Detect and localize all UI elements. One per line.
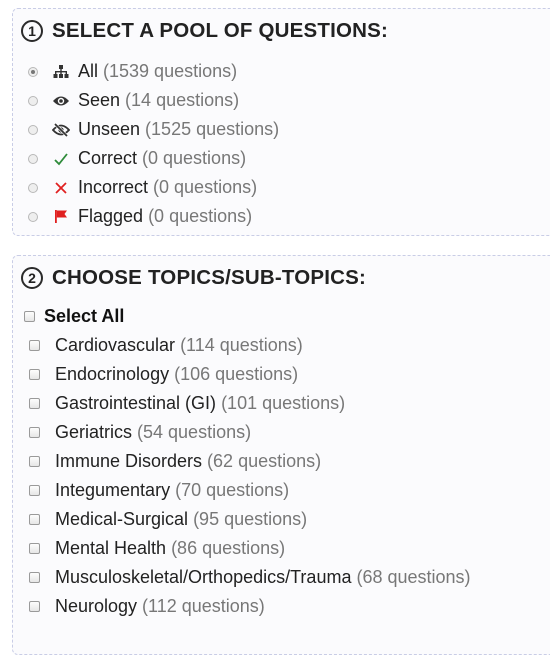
topic-count: (101 questions) [221,393,346,413]
topic-row[interactable]: Mental Health (86 questions) [29,534,471,563]
topic-count: (106 questions) [174,364,299,384]
select-all-label: Select All [44,306,125,326]
sitemap-icon [52,63,70,81]
topic-label: Mental Health [55,538,167,558]
pool-header: 1 SELECT A POOL OF QUESTIONS: [21,19,388,43]
radio-unseen[interactable] [28,124,38,135]
x-icon [52,179,70,197]
pool-option-incorrect[interactable]: Incorrect (0 questions) [28,173,279,202]
topic-checkbox[interactable] [29,601,40,612]
pool-option-unseen[interactable]: Unseen (1525 questions) [28,115,279,144]
topic-count: (86 questions) [171,538,286,558]
topic-row[interactable]: Cardiovascular (114 questions) [29,331,471,360]
option-count: (1525 questions) [145,119,280,139]
option-label: Incorrect [78,177,149,197]
topic-checkbox[interactable] [29,572,40,583]
eye-slash-icon [52,121,70,139]
topic-label: Medical-Surgical [55,509,189,529]
select-all-checkbox[interactable] [24,311,35,322]
radio-incorrect[interactable] [28,182,38,193]
topic-count: (54 questions) [137,422,252,442]
topic-count: (95 questions) [193,509,308,529]
select-all-row[interactable]: Select All [24,306,124,327]
topic-row[interactable]: Immune Disorders (62 questions) [29,447,471,476]
topic-row[interactable]: Musculoskeletal/Orthopedics/Trauma (68 q… [29,563,471,592]
topic-row[interactable]: Endocrinology (106 questions) [29,360,471,389]
topic-checkbox[interactable] [29,340,40,351]
eye-icon [52,92,70,110]
topic-label: Geriatrics [55,422,133,442]
pool-option-seen[interactable]: Seen (14 questions) [28,86,279,115]
option-count: (1539 questions) [103,61,238,81]
pool-option-all[interactable]: All (1539 questions) [28,57,279,86]
topic-row[interactable]: Integumentary (70 questions) [29,476,471,505]
option-count: (0 questions) [148,206,253,226]
flag-icon [52,208,70,226]
topic-list: Cardiovascular (114 questions) Endocrino… [29,331,471,621]
topic-checkbox[interactable] [29,398,40,409]
question-pool-panel: 1 SELECT A POOL OF QUESTIONS: All (1539 … [12,8,550,236]
option-label: Unseen [78,119,141,139]
pool-option-list: All (1539 questions) Seen (14 questions)… [28,57,279,231]
topic-row[interactable]: Neurology (112 questions) [29,592,471,621]
pool-title: SELECT A POOL OF QUESTIONS: [52,19,389,42]
topics-panel: 2 CHOOSE TOPICS/SUB-TOPICS: Select All C… [12,255,550,655]
option-label: Seen [78,90,121,110]
topic-label: Endocrinology [55,364,170,384]
topic-label: Immune Disorders [55,451,203,471]
pool-option-correct[interactable]: Correct (0 questions) [28,144,279,173]
topics-title: CHOOSE TOPICS/SUB-TOPICS: [52,266,367,289]
topic-checkbox[interactable] [29,485,40,496]
option-label: Correct [78,148,138,168]
topic-label: Cardiovascular [55,335,176,355]
topic-label: Neurology [55,596,138,616]
topic-count: (68 questions) [356,567,471,587]
topic-checkbox[interactable] [29,543,40,554]
option-count: (0 questions) [153,177,258,197]
topic-checkbox[interactable] [29,456,40,467]
pool-option-flagged[interactable]: Flagged (0 questions) [28,202,279,231]
topic-label: Musculoskeletal/Orthopedics/Trauma [55,567,352,587]
topic-count: (62 questions) [207,451,322,471]
option-count: (14 questions) [125,90,240,110]
topic-count: (114 questions) [180,335,303,355]
topic-label: Integumentary [55,480,171,500]
step-number-2: 2 [21,267,43,289]
topic-checkbox[interactable] [29,514,40,525]
topic-row[interactable]: Medical-Surgical (95 questions) [29,505,471,534]
topic-count: (112 questions) [142,596,265,616]
radio-correct[interactable] [28,153,38,164]
topic-label: Gastrointestinal (GI) [55,393,217,413]
option-count: (0 questions) [142,148,247,168]
topic-checkbox[interactable] [29,369,40,380]
option-label: Flagged [78,206,144,226]
topic-count: (70 questions) [175,480,290,500]
topic-row[interactable]: Gastrointestinal (GI) (101 questions) [29,389,471,418]
radio-all[interactable] [28,66,38,77]
topics-header: 2 CHOOSE TOPICS/SUB-TOPICS: [21,266,366,290]
step-number-1: 1 [21,20,43,42]
check-icon [52,150,70,168]
topic-row[interactable]: Geriatrics (54 questions) [29,418,471,447]
topic-checkbox[interactable] [29,427,40,438]
option-label: All [78,61,99,81]
radio-flagged[interactable] [28,211,38,222]
radio-seen[interactable] [28,95,38,106]
